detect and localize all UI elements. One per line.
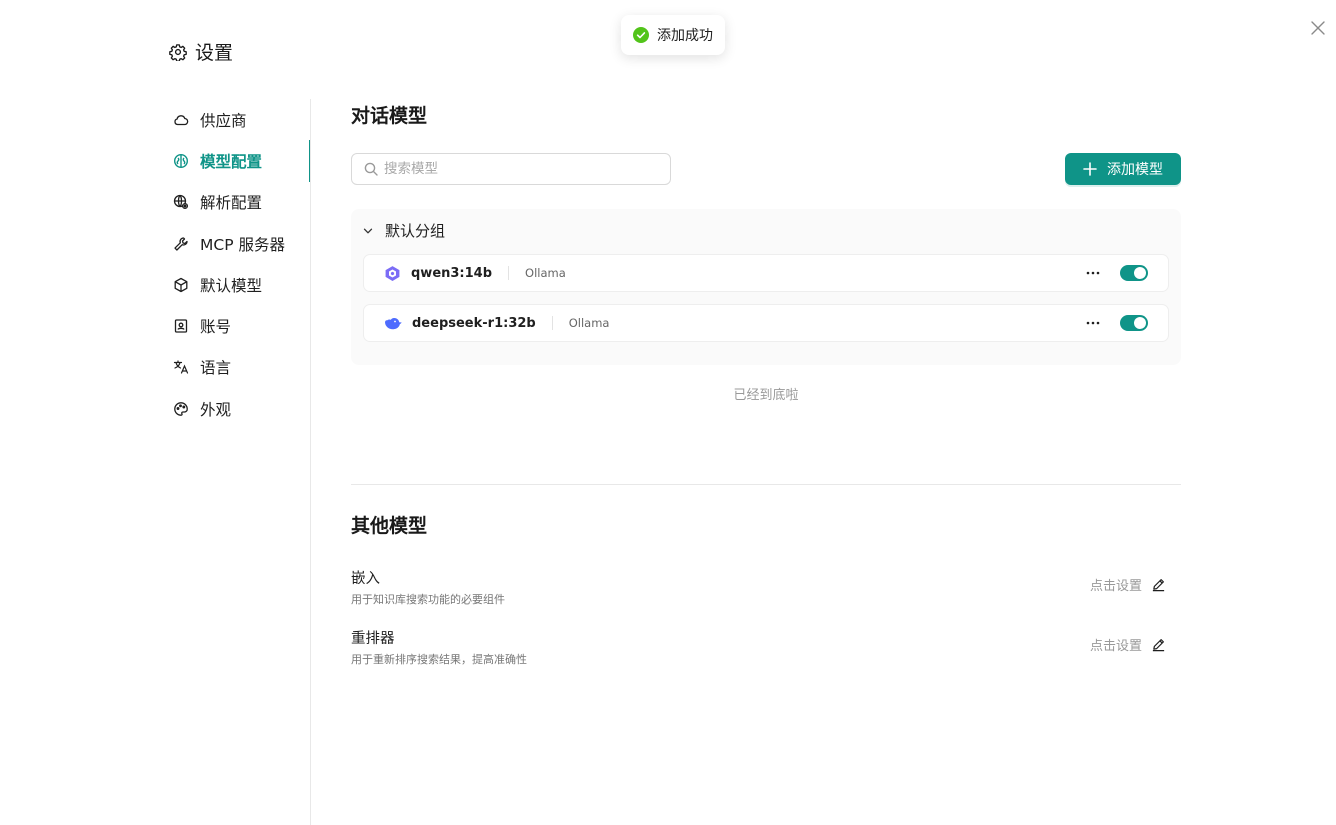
close-icon [1311,21,1325,35]
model-more-button[interactable] [1084,264,1102,282]
model-name: deepseek-r1:32b [412,315,536,331]
model-row[interactable]: deepseek-r1:32b Ollama [363,304,1169,342]
model-separator [551,316,553,330]
check-circle-icon [633,27,649,43]
sidebar-item-language[interactable]: 语言 [160,347,311,388]
model-provider: Ollama [525,266,566,280]
model-more-button[interactable] [1084,314,1102,332]
close-button[interactable] [1306,16,1330,40]
sidebar-divider [310,99,311,825]
more-horizontal-icon [1086,321,1100,325]
model-enable-toggle[interactable] [1120,265,1148,281]
sidebar-item-label: 模型配置 [200,152,263,171]
set-link-label: 点击设置 [1089,639,1142,654]
embedding-set-button[interactable]: 点击设置 [1090,575,1166,594]
deepseek-logo-icon [385,317,402,329]
success-toast: 添加成功 [621,15,725,55]
chevron-down-icon [363,228,373,233]
sidebar-item-model-config[interactable]: 模型配置 [160,140,311,182]
cube-icon [174,277,188,292]
sidebar-item-mcp-servers[interactable]: MCP 服务器 [160,223,311,264]
wrench-icon [174,236,188,251]
other-model-row-reranker: 重排器 用于重新排序搜索结果，提高准确性 点击设置 [351,627,1181,671]
chat-models-title: 对话模型 [351,105,428,127]
sidebar-item-label: 默认模型 [200,276,263,295]
model-separator [508,266,510,280]
palette-icon [174,401,188,416]
sidebar-item-providers[interactable]: 供应商 [160,99,311,140]
add-model-label: 添加模型 [1107,162,1163,178]
cloud-icon [174,114,189,125]
sidebar-nav: 供应商 模型配置 解析配置 MCP 服务器 默认模型 账号 语言 外观 [160,99,311,429]
sidebar-item-parse-config[interactable]: 解析配置 [160,182,311,223]
group-name: 默认分组 [385,222,446,240]
brain-icon [173,153,189,168]
edit-pencil-icon [1152,639,1165,652]
other-models-title: 其他模型 [351,515,428,537]
other-model-name: 嵌入 [351,571,380,587]
sidebar-item-label: 账号 [200,318,232,337]
qwen-logo-icon [385,265,400,281]
model-enable-toggle[interactable] [1120,315,1148,331]
globe-gear-icon [173,195,189,210]
section-divider [351,484,1181,485]
model-search-box[interactable] [351,153,671,185]
sidebar-item-default-model[interactable]: 默认模型 [160,264,311,305]
edit-pencil-icon [1152,579,1165,592]
toast-text: 添加成功 [657,28,713,44]
add-model-button[interactable]: 添加模型 [1065,153,1181,185]
plus-icon [1083,162,1097,176]
sidebar-item-account[interactable]: 账号 [160,305,311,346]
other-model-name: 重排器 [351,631,395,647]
sidebar-item-appearance[interactable]: 外观 [160,388,311,429]
model-group: 默认分组 qwen3:14b Ollama deepseek-r1:32b Ol… [351,209,1181,365]
id-card-icon [174,319,188,333]
gear-icon [169,43,187,61]
more-horizontal-icon [1086,271,1100,275]
page-title: 设置 [169,38,233,65]
search-input[interactable] [384,161,644,177]
page-title-text: 设置 [195,42,234,64]
group-header-toggle[interactable]: 默认分组 [363,220,445,241]
model-provider: Ollama [568,316,610,330]
sidebar-item-label: 语言 [200,359,232,378]
reranker-set-button[interactable]: 点击设置 [1090,635,1166,654]
other-model-desc: 用于知识库搜索功能的必要组件 [351,593,505,606]
model-row[interactable]: qwen3:14b Ollama [363,254,1169,292]
sidebar-item-label: 供应商 [200,111,247,130]
sidebar-item-label: 解析配置 [200,194,263,213]
search-icon [364,162,378,176]
other-model-desc: 用于重新排序搜索结果，提高准确性 [351,653,527,666]
other-model-row-embedding: 嵌入 用于知识库搜索功能的必要组件 点击设置 [351,567,1181,611]
sidebar-item-label: 外观 [200,400,232,419]
sidebar-item-label: MCP 服务器 [200,235,285,254]
set-link-label: 点击设置 [1089,579,1142,594]
translate-icon [173,360,189,375]
list-end-text: 已经到底啦 [733,388,799,403]
model-name: qwen3:14b [411,265,493,281]
